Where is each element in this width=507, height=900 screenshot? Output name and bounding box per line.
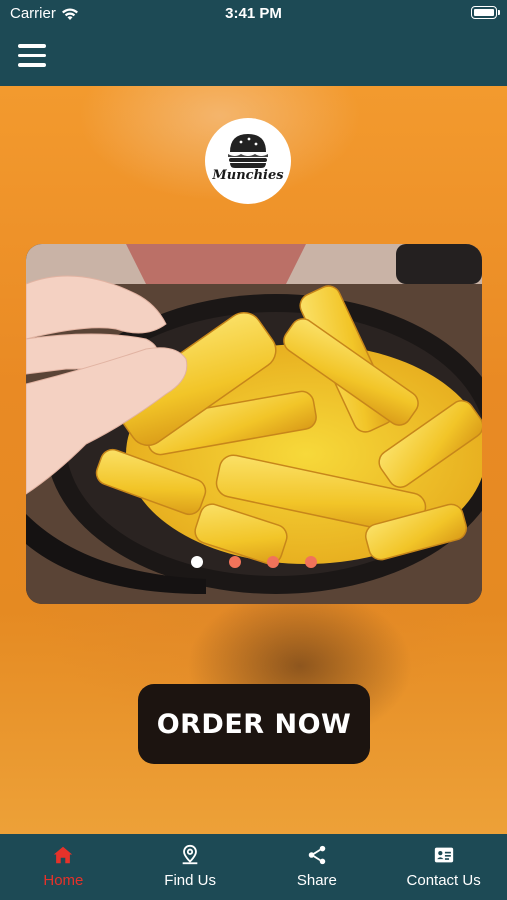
tab-home[interactable]: Home (0, 834, 127, 900)
brand-name: Munchies (212, 168, 284, 183)
carousel-dot-4[interactable] (305, 556, 317, 568)
tab-contact-us[interactable]: Contact Us (380, 834, 507, 900)
hamburger-menu-icon[interactable] (18, 44, 46, 68)
burger-icon (228, 134, 268, 168)
location-pin-icon (182, 844, 198, 865)
share-icon (308, 845, 326, 865)
tab-share-label: Share (296, 872, 337, 889)
tab-find-us-label: Find Us (164, 872, 216, 889)
brand-logo: Munchies (205, 118, 291, 204)
status-time: 3:41 PM (225, 5, 282, 22)
tab-home-label: Home (43, 872, 84, 889)
carousel-dot-1[interactable] (191, 556, 203, 568)
order-now-button[interactable]: ORDER NOW (138, 684, 370, 764)
bottom-tab-bar: Home Find Us Share Contact Us (0, 834, 507, 900)
battery-icon (471, 6, 500, 19)
contact-card-icon (434, 847, 453, 863)
home-content: Munchies ORDER NOW (0, 86, 507, 834)
image-carousel[interactable] (26, 244, 482, 604)
carousel-pagination (26, 556, 482, 568)
carousel-dot-3[interactable] (267, 556, 279, 568)
app-header (0, 28, 507, 86)
tab-contact-us-label: Contact Us (406, 872, 481, 889)
home-icon (54, 846, 73, 864)
tab-find-us[interactable]: Find Us (127, 834, 254, 900)
carousel-dot-2[interactable] (229, 556, 241, 568)
status-bar: Carrier 3:41 PM (0, 0, 507, 28)
tab-share[interactable]: Share (254, 834, 381, 900)
cheese-fries-image (26, 244, 482, 604)
